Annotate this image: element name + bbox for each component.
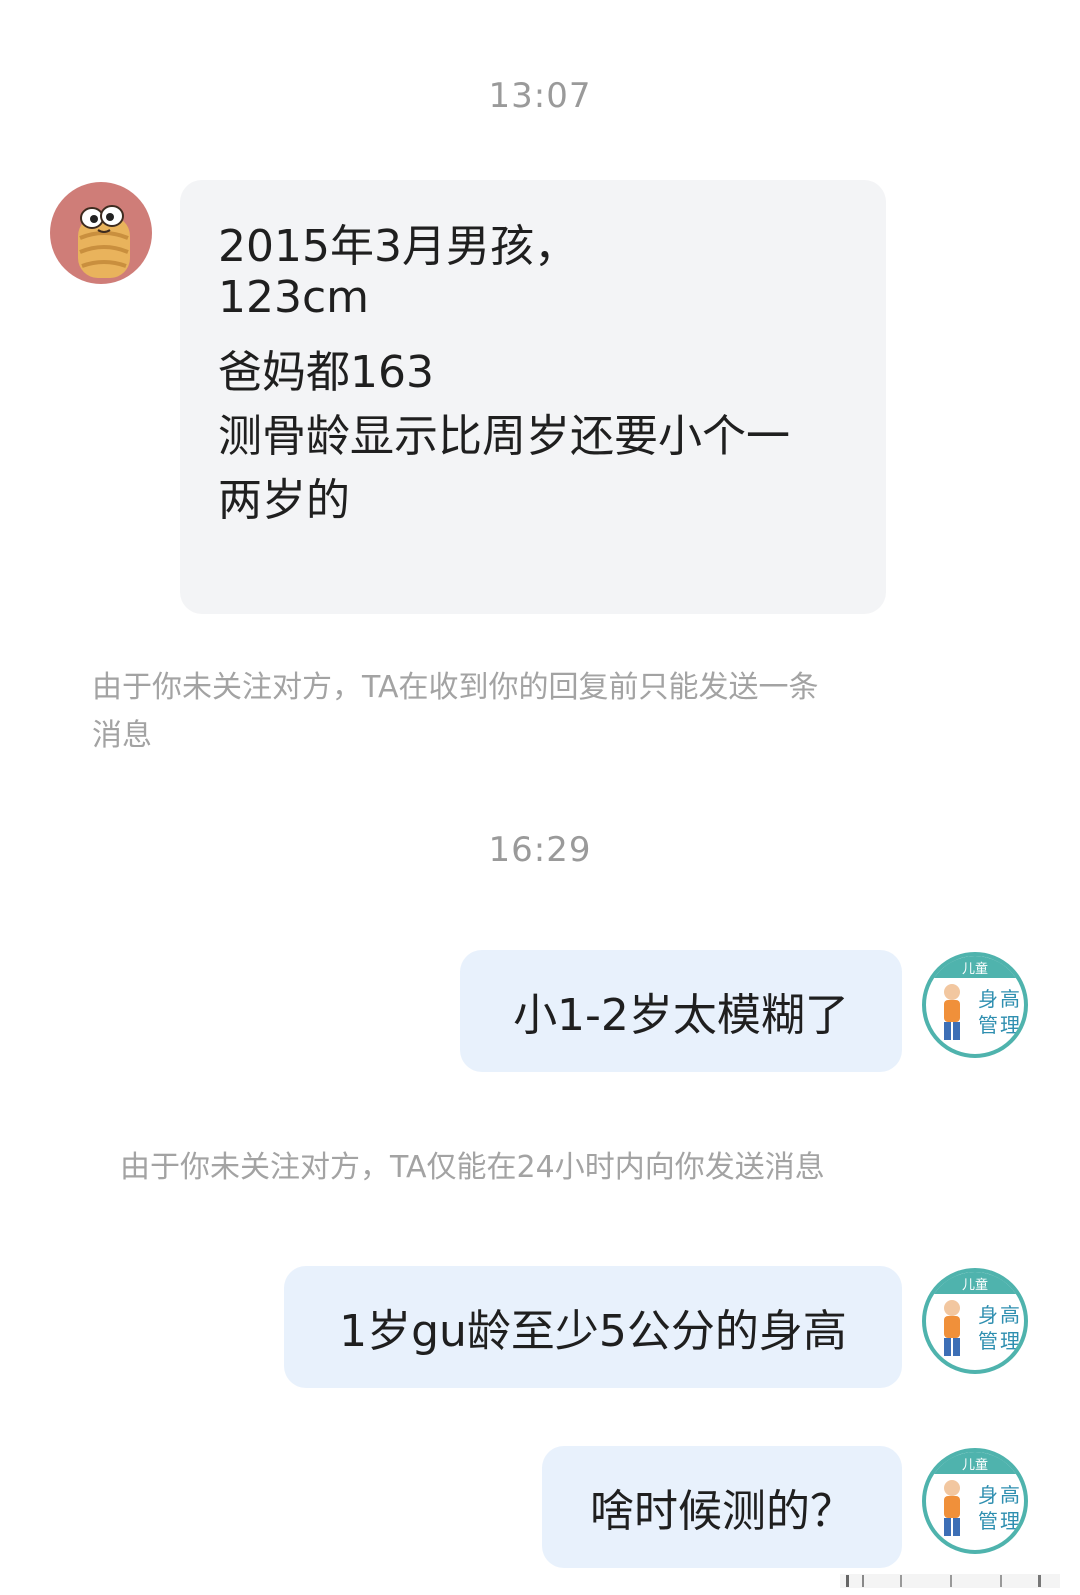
message-line: 两岁的 (218, 475, 350, 526)
svg-text:儿童: 儿童 (962, 1277, 988, 1293)
my-avatar[interactable]: 儿童 身 高 管 理 (922, 1268, 1028, 1374)
timestamp: 16:29 (488, 830, 592, 870)
message-line: 2015年3月男孩， (218, 221, 578, 272)
my-avatar[interactable]: 儿童 身 高 管 理 (922, 952, 1028, 1058)
svg-text:高: 高 (1000, 1303, 1020, 1327)
svg-text:身: 身 (978, 987, 998, 1011)
message-line: 测骨龄显示比周岁还要小个一 (218, 411, 790, 462)
message-line: 123cm (218, 272, 370, 323)
svg-text:理: 理 (1000, 1509, 1020, 1533)
cartoon-character-icon (78, 205, 130, 278)
timestamp: 13:07 (488, 76, 592, 116)
contact-avatar[interactable] (50, 182, 152, 284)
height-management-logo-icon: 儿童 身 高 管 理 (926, 1272, 1024, 1356)
notice-line: 消息 (92, 718, 152, 753)
svg-text:管: 管 (978, 1013, 998, 1037)
svg-text:高: 高 (1000, 1483, 1020, 1507)
svg-text:儿童: 儿童 (962, 1457, 988, 1473)
height-management-logo-icon: 儿童 身 高 管 理 (926, 956, 1024, 1040)
outgoing-message-bubble[interactable]: 啥时候测的？ (542, 1446, 902, 1568)
svg-text:身: 身 (978, 1303, 998, 1327)
incoming-message-bubble[interactable]: 2015年3月男孩， 123cm 爸妈都163 测骨龄显示比周岁还要小个一 两岁… (180, 180, 886, 614)
svg-text:理: 理 (1000, 1329, 1020, 1353)
outgoing-message-bubble[interactable]: 小1-2岁太模糊了 (460, 950, 902, 1072)
svg-text:身: 身 (978, 1483, 998, 1507)
svg-text:管: 管 (978, 1509, 998, 1533)
svg-text:管: 管 (978, 1329, 998, 1353)
svg-text:理: 理 (1000, 1013, 1020, 1037)
notice-line: 由于你未关注对方，TA在收到你的回复前只能发送一条 (92, 670, 819, 705)
message-limit-notice: 由于你未关注对方，TA仅能在24小时内向你发送消息 (120, 1150, 825, 1185)
watermark-strip (840, 1574, 1060, 1588)
outgoing-message-bubble[interactable]: 1岁gu龄至少5公分的身高 (284, 1266, 902, 1388)
svg-text:儿童: 儿童 (962, 961, 988, 977)
follow-restriction-notice: 由于你未关注对方，TA在收到你的回复前只能发送一条 消息 (92, 664, 972, 760)
my-avatar[interactable]: 儿童 身 高 管 理 (922, 1448, 1028, 1554)
message-line: 爸妈都163 (218, 347, 434, 398)
svg-text:高: 高 (1000, 987, 1020, 1011)
height-management-logo-icon: 儿童 身 高 管 理 (926, 1452, 1024, 1536)
